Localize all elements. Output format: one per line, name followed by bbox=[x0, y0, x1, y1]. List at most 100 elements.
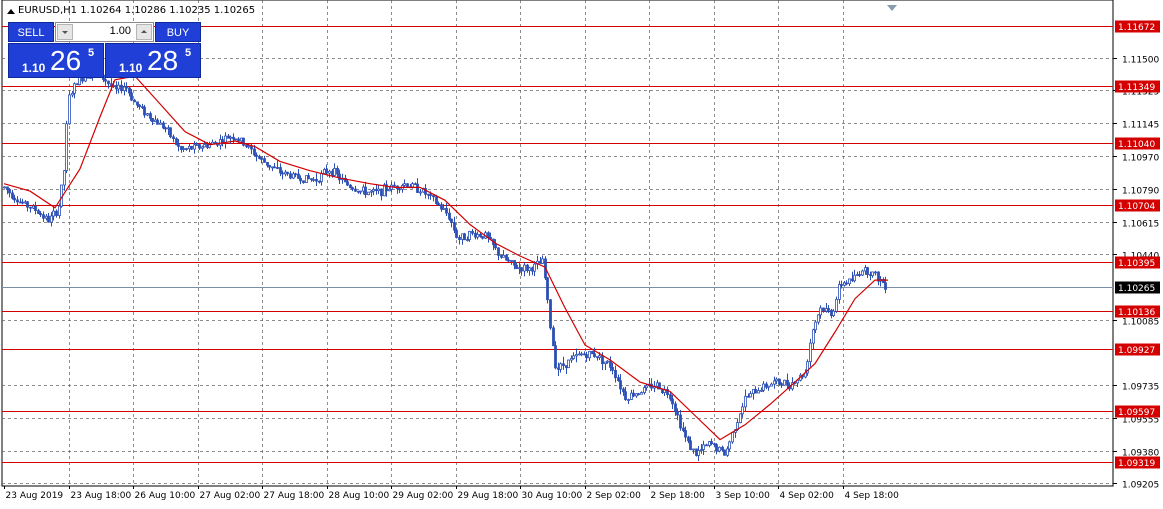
candle-body bbox=[549, 299, 552, 329]
candle-body bbox=[234, 138, 237, 141]
candle-body bbox=[380, 188, 383, 197]
candle-body bbox=[50, 215, 53, 223]
buy-button[interactable]: BUY bbox=[155, 22, 201, 42]
candle-body bbox=[3, 186, 6, 189]
candle-body bbox=[312, 179, 315, 181]
buy-price-button[interactable]: 1.10 28 5 bbox=[105, 43, 201, 78]
candle bbox=[302, 180, 305, 184]
candle-body bbox=[728, 441, 731, 450]
candle-body bbox=[554, 345, 557, 369]
candle-body bbox=[107, 80, 110, 85]
collapse-arrow-icon[interactable] bbox=[7, 9, 15, 14]
lot-size-value[interactable]: 1.00 bbox=[110, 25, 131, 37]
candle-body bbox=[42, 214, 45, 219]
candle bbox=[861, 269, 864, 276]
candle bbox=[328, 169, 331, 178]
candle-body bbox=[442, 208, 445, 210]
candle-body bbox=[468, 231, 471, 240]
chart-shift-marker-icon[interactable] bbox=[887, 5, 897, 11]
candle-body bbox=[289, 173, 292, 179]
candle bbox=[185, 147, 188, 151]
time-tick-label: 23 Aug 2019 bbox=[6, 491, 64, 501]
buy-price-main: 28 bbox=[147, 45, 179, 76]
candle-body bbox=[749, 393, 752, 398]
candle-body bbox=[510, 260, 513, 262]
candle bbox=[858, 270, 861, 277]
sell-button[interactable]: SELL bbox=[8, 22, 54, 42]
candle bbox=[55, 209, 58, 218]
candle bbox=[297, 169, 300, 179]
candle-body bbox=[169, 127, 172, 138]
candle bbox=[3, 186, 6, 189]
candle-body bbox=[817, 314, 820, 323]
candle-body bbox=[162, 122, 165, 129]
candle-body bbox=[780, 383, 783, 386]
candle bbox=[757, 387, 760, 394]
candle-body bbox=[858, 274, 861, 276]
candle bbox=[273, 162, 276, 169]
candle bbox=[825, 303, 828, 313]
candle bbox=[463, 232, 466, 241]
candle bbox=[458, 234, 461, 245]
candle bbox=[640, 391, 643, 395]
candle-body bbox=[601, 355, 604, 365]
candle bbox=[377, 185, 380, 195]
level-price-label: 1.09927 bbox=[1118, 346, 1155, 356]
candle-body bbox=[448, 212, 451, 220]
candle bbox=[575, 348, 578, 363]
trading-chart-window[interactable]: 1.115001.113251.111451.109701.107901.106… bbox=[0, 0, 1163, 509]
candle bbox=[767, 385, 770, 391]
candle-body bbox=[120, 84, 123, 92]
candle-body bbox=[133, 99, 136, 103]
candle-body bbox=[16, 199, 19, 203]
time-tick-label: 26 Aug 10:00 bbox=[135, 491, 196, 501]
symbol-header: EURUSD,H1 1.10264 1.10286 1.10235 1.1026… bbox=[18, 5, 256, 16]
candle bbox=[666, 386, 669, 399]
time-tick-label: 4 Sep 18:00 bbox=[845, 491, 900, 501]
candle-body bbox=[643, 387, 646, 393]
candle-body bbox=[741, 406, 744, 415]
candle-body bbox=[253, 148, 256, 156]
candle-body bbox=[63, 170, 66, 186]
candle-body bbox=[437, 203, 440, 206]
candle-body bbox=[775, 378, 778, 382]
candle-body bbox=[403, 183, 406, 186]
candle-body bbox=[302, 180, 305, 183]
candle-body bbox=[39, 213, 42, 216]
candle-body bbox=[250, 145, 253, 150]
price-axis: 1.115001.113251.111451.109701.107901.106… bbox=[1113, 20, 1160, 491]
candle-body bbox=[151, 117, 154, 123]
lot-decrease-button[interactable] bbox=[57, 24, 73, 40]
candle-body bbox=[710, 441, 713, 445]
candle bbox=[614, 365, 617, 383]
candle-body bbox=[848, 278, 851, 285]
candle-body bbox=[528, 267, 531, 271]
candle bbox=[68, 91, 71, 125]
sell-price-button[interactable]: 1.10 26 5 bbox=[8, 43, 104, 78]
candle-body bbox=[143, 106, 146, 116]
candle-body bbox=[767, 385, 770, 388]
candle bbox=[73, 82, 76, 99]
candle-body bbox=[513, 260, 516, 266]
candle-body bbox=[502, 254, 505, 258]
candle bbox=[8, 188, 11, 198]
candle-body bbox=[692, 448, 695, 451]
time-tick-label: 3 Sep 10:00 bbox=[716, 491, 771, 501]
candle-body bbox=[198, 144, 201, 149]
one-click-trading-panel: SELL 1.00 BUY 1.10 26 5 1.10 28 5 bbox=[8, 22, 201, 78]
candle bbox=[372, 187, 375, 196]
lot-increase-button[interactable] bbox=[136, 24, 152, 40]
lot-size-field[interactable]: 1.00 bbox=[55, 22, 154, 42]
candle bbox=[723, 449, 726, 456]
candle-body bbox=[58, 205, 61, 216]
candle-body bbox=[393, 184, 396, 187]
sell-price-fraction: 5 bbox=[88, 47, 95, 59]
horizontal-levels[interactable] bbox=[2, 26, 1113, 463]
candle-body bbox=[827, 308, 830, 311]
candle-body bbox=[159, 122, 162, 125]
candle-body bbox=[359, 190, 362, 193]
candle-body bbox=[546, 277, 549, 301]
candle bbox=[572, 352, 575, 360]
candle-body bbox=[853, 274, 856, 282]
current-price-label: 1.10265 bbox=[1118, 284, 1155, 294]
